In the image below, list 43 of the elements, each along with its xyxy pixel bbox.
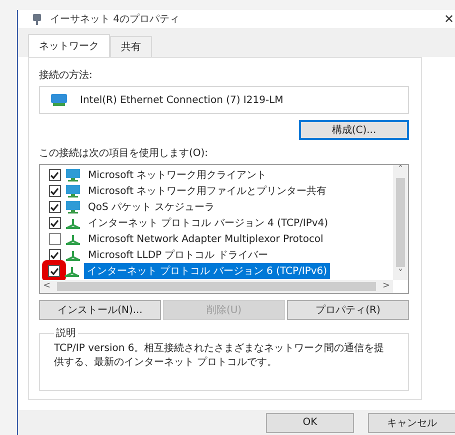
- network-protocol-icon: [65, 248, 81, 262]
- list-item[interactable]: QoS パケット スケジューラ: [85, 199, 218, 216]
- list-item[interactable]: Microsoft ネットワーク用クライアント: [85, 167, 270, 184]
- checkbox[interactable]: [48, 169, 60, 182]
- monitor-icon: [65, 200, 81, 214]
- tab[interactable]: 共有: [110, 36, 152, 58]
- item-button[interactable]: インストール(N)...: [39, 300, 161, 320]
- scroll-down-arrow[interactable]: ˅: [398, 269, 403, 280]
- horizontal-scrollbar[interactable]: < >: [40, 280, 393, 294]
- list-item[interactable]: Microsoft LLDP プロトコル ドライバー: [85, 247, 271, 264]
- monitor-icon: [65, 184, 81, 198]
- adapter-field: Intel(R) Ethernet Connection (7) I219-LM: [39, 86, 409, 114]
- network-adapter-icon: [32, 12, 42, 26]
- vertical-scrollbar[interactable]: ˄ ˅: [393, 165, 408, 280]
- list-item[interactable]: インターネット プロトコル バージョン 6 (TCP/IPv6): [84, 263, 330, 280]
- list-item[interactable]: Microsoft ネットワーク用ファイルとプリンター共有: [85, 183, 330, 200]
- network-card-icon: [50, 93, 68, 108]
- configure-button[interactable]: 構成(C)...: [299, 120, 409, 140]
- checkbox[interactable]: [48, 217, 60, 230]
- item-button[interactable]: プロパティ(R): [287, 300, 409, 320]
- dialog-button[interactable]: キャンセル: [368, 412, 455, 433]
- checkbox[interactable]: [48, 185, 60, 198]
- scroll-left-arrow[interactable]: <: [43, 281, 51, 292]
- items-label: この接続は次の項目を使用します(O):: [39, 146, 210, 160]
- description-text: TCP/IP version 6。相互接続されたさまざまなネットワーク間の通信を提供する、最新のインターネット プロトコルです。: [54, 342, 386, 370]
- network-protocol-icon: [65, 216, 81, 230]
- checkbox[interactable]: [48, 265, 60, 278]
- list-item[interactable]: インターネット プロトコル バージョン 4 (TCP/IPv4): [85, 215, 332, 232]
- checkbox[interactable]: [48, 233, 60, 246]
- dialog-button[interactable]: OK: [266, 412, 354, 433]
- description-title: 説明: [55, 326, 77, 340]
- connect-using-label: 接続の方法:: [39, 68, 94, 82]
- scroll-right-arrow[interactable]: >: [382, 281, 390, 292]
- list-item[interactable]: Microsoft Network Adapter Multiplexor Protocol: [85, 232, 326, 246]
- monitor-icon: [65, 168, 81, 182]
- tab[interactable]: ネットワーク: [28, 34, 110, 58]
- scroll-up-arrow[interactable]: ˄: [398, 165, 403, 176]
- close-button[interactable]: ✕: [444, 12, 454, 26]
- checkbox[interactable]: [48, 249, 60, 262]
- window-title: イーサネット 4のプロパティ: [50, 12, 180, 26]
- checkbox[interactable]: [48, 201, 60, 214]
- network-protocol-icon: [65, 232, 81, 246]
- network-protocol-icon: [64, 264, 80, 278]
